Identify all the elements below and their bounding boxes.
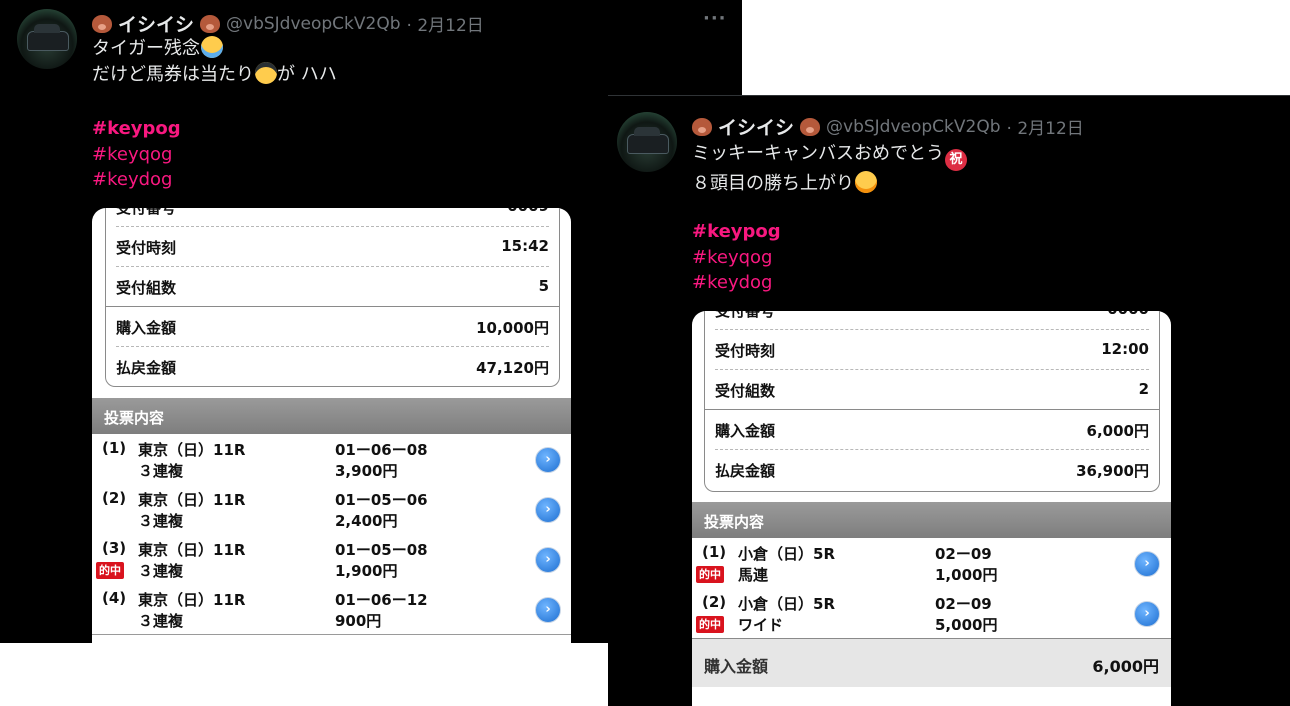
hit-badge: 的中 (96, 562, 124, 579)
hashtag-link[interactable]: #keydog (92, 167, 181, 193)
bet-row[interactable]: (2) 小倉（日）5R 的中 ワイド 02ー09 5,000円 › (692, 588, 1171, 639)
left-text-line2-suffix: が ハハ (277, 64, 337, 85)
hit-badge: 的中 (696, 616, 724, 633)
detail-arrow-button[interactable]: › (535, 447, 561, 473)
bet-row[interactable]: (2) 東京（日）11R ３連複 01ー05ー06 2,400円 › (92, 484, 571, 535)
right-text-line2: ８頭目の勝ち上がり (692, 173, 854, 194)
receipt-row-payout: 払戻金額 36,900円 (715, 462, 1149, 480)
celebration-badge-icon: 祝 (945, 149, 967, 171)
left-handle[interactable]: @vbSJdveopCkV2Qb (226, 14, 401, 34)
detail-arrow-button[interactable]: › (535, 547, 561, 573)
sunglasses-face-icon (255, 62, 277, 84)
receipt-row-time: 受付時刻 15:42 (116, 226, 549, 267)
receipt-info-box: 受付番号 0009 受付時刻 15:42 受付組数 5 購入金額 10,000円… (105, 208, 560, 387)
right-hashtags: #keypog #keyqog #keydog (692, 219, 781, 296)
vote-section-header: 投票内容 (92, 398, 571, 434)
detail-arrow-button[interactable]: › (535, 597, 561, 623)
bet-row[interactable]: (3) 東京（日）11R 的中 ３連複 01ー05ー08 1,900円 › (92, 534, 571, 585)
detail-arrow-button[interactable]: › (535, 497, 561, 523)
boar-emoji-icon (692, 117, 712, 136)
hashtag-link[interactable]: #keyqog (692, 245, 781, 271)
car-avatar-icon (27, 24, 69, 51)
left-receipt-image[interactable]: 受付番号 0009 受付時刻 15:42 受付組数 5 購入金額 10,000円… (92, 208, 571, 643)
left-text-line2: だけど馬券は当たり (92, 64, 254, 85)
right-text-line1: ミッキーキャンバスおめでとう (692, 143, 944, 164)
hit-badge: 的中 (696, 566, 724, 583)
left-hashtags: #keypog #keyqog #keydog (92, 116, 181, 193)
vote-section-header: 投票内容 (692, 502, 1171, 538)
left-tweet-header: イシイシ @vbSJdveopCkV2Qb · 2月12日 (92, 10, 484, 37)
left-text-line1: タイガー残念 (92, 38, 200, 59)
hugging-face-icon (855, 171, 877, 193)
receipt-row-purchase: 購入金額 10,000円 (116, 306, 549, 347)
left-display-name[interactable]: イシイシ (118, 10, 194, 37)
boar-emoji-icon (800, 117, 821, 136)
hashtag-link[interactable]: #keypog (692, 219, 781, 245)
crying-face-icon (201, 36, 223, 58)
receipt-row-purchase: 購入金額 6,000円 (715, 409, 1149, 450)
hashtag-link[interactable]: #keydog (692, 270, 781, 296)
receipt-row-cut: 受付番号 0009 (116, 208, 549, 227)
hashtag-link[interactable]: #keypog (92, 116, 181, 142)
detail-arrow-button[interactable]: › (1134, 601, 1160, 627)
receipt-row-payout: 払戻金額 47,120円 (116, 359, 549, 377)
right-receipt-image[interactable]: 受付番号 0000 受付時刻 12:00 受付組数 2 購入金額 6,000円 … (692, 311, 1171, 706)
right-tweet-header: イシイシ @vbSJdveopCkV2Qb · 2月12日 (692, 113, 1084, 140)
car-avatar-icon (627, 127, 669, 154)
right-tweet-border (608, 95, 1290, 96)
receipt-row-cut: 受付番号 0000 (715, 311, 1149, 330)
left-avatar[interactable] (17, 9, 77, 69)
hashtag-link[interactable]: #keyqog (92, 142, 181, 168)
receipt-row-time: 受付時刻 12:00 (715, 329, 1149, 370)
right-display-name[interactable]: イシイシ (718, 113, 794, 140)
more-options-button[interactable]: ··· (703, 8, 727, 29)
boar-emoji-icon (200, 14, 221, 33)
right-avatar[interactable] (617, 112, 677, 172)
bet-row[interactable]: (1) 小倉（日）5R 的中 馬連 02ー09 1,000円 › (692, 538, 1171, 589)
receipt-row-count: 受付組数 5 (116, 277, 549, 297)
right-date[interactable]: · 2月12日 (1007, 114, 1084, 139)
detail-arrow-button[interactable]: › (1134, 551, 1160, 577)
receipt-row-count: 受付組数 2 (715, 380, 1149, 400)
bet-row[interactable]: (4) 東京（日）11R ３連複 01ー06ー12 900円 › (92, 584, 571, 635)
total-purchase-row: 購入金額 6,000円 (692, 638, 1171, 687)
left-tweet-text: タイガー残念 だけど馬券は当たり が ハハ (92, 36, 337, 88)
left-date[interactable]: · 2月12日 (407, 11, 484, 36)
receipt-info-box: 受付番号 0000 受付時刻 12:00 受付組数 2 購入金額 6,000円 … (704, 311, 1160, 492)
right-tweet-text: ミッキーキャンバスおめでとう祝 ８頭目の勝ち上がり (692, 141, 967, 197)
boar-emoji-icon (92, 14, 112, 33)
right-handle[interactable]: @vbSJdveopCkV2Qb (826, 117, 1001, 137)
bet-row[interactable]: (1) 東京（日）11R ３連複 01ー06ー08 3,900円 › (92, 434, 571, 485)
